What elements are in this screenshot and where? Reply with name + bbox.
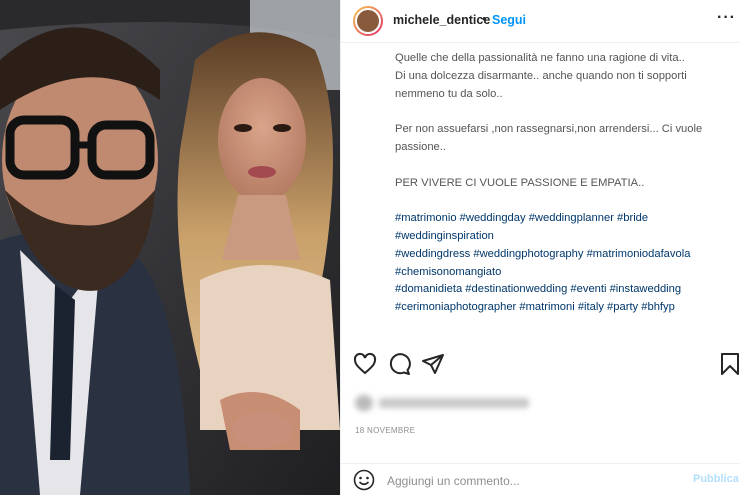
bookmark-icon[interactable] xyxy=(719,352,740,381)
comment-input[interactable] xyxy=(385,471,669,491)
post-caption: Quelle che della passionalità ne fanno u… xyxy=(395,50,730,317)
hashtag-line[interactable]: #weddinginspiration xyxy=(395,228,730,246)
caption-line: Quelle che della passionalità ne fanno u… xyxy=(395,52,685,64)
hashtag-line[interactable]: #weddingdress #weddingphotography #matri… xyxy=(395,246,730,264)
send-icon[interactable] xyxy=(421,352,445,381)
caption-line: passione.. xyxy=(395,140,446,153)
separator-dot: • xyxy=(482,11,487,26)
post-photo[interactable] xyxy=(0,0,340,495)
hashtag-line[interactable]: #domanidieta #destinationwedding #eventi… xyxy=(395,281,730,299)
post-details-panel: michele_dentice • Segui ··· Quelle che d… xyxy=(340,0,740,495)
hashtag-line[interactable]: #cerimoniaphotographer #matrimoni #italy… xyxy=(395,299,730,317)
caption-line: Per non assuefarsi ,non rassegnarsi,non … xyxy=(395,123,703,136)
heart-icon[interactable] xyxy=(353,352,377,381)
post-date: 18 NOVEMBRE xyxy=(355,426,416,435)
comment-bar: Pubblica xyxy=(341,463,740,496)
instagram-post: michele_dentice • Segui ··· Quelle che d… xyxy=(0,0,740,495)
emoji-icon[interactable] xyxy=(353,469,375,496)
avatar[interactable] xyxy=(353,6,383,36)
couple-selfie-image xyxy=(0,0,340,495)
caption-line: nemmeno tu da solo.. xyxy=(395,87,503,100)
follow-button[interactable]: Segui xyxy=(492,13,526,27)
username-link[interactable]: michele_dentice xyxy=(393,13,490,27)
comment-icon[interactable] xyxy=(387,352,411,381)
likes-blurred xyxy=(355,392,535,414)
caption-line: Di una dolcezza disarmante.. anche quand… xyxy=(395,69,687,82)
hashtag-line[interactable]: #matrimonio #weddingday #weddingplanner … xyxy=(395,210,730,228)
post-actions xyxy=(341,348,740,384)
caption-line: PER VIVERE CI VUOLE PASSIONE E EMPATIA.. xyxy=(395,176,645,189)
avatar-image xyxy=(355,8,381,34)
hashtag-line[interactable]: #chemisonomangiato xyxy=(395,264,730,282)
post-header: michele_dentice • Segui ··· xyxy=(341,0,740,43)
more-options-icon[interactable]: ··· xyxy=(717,9,736,27)
publish-button[interactable]: Pubblica xyxy=(693,473,739,485)
